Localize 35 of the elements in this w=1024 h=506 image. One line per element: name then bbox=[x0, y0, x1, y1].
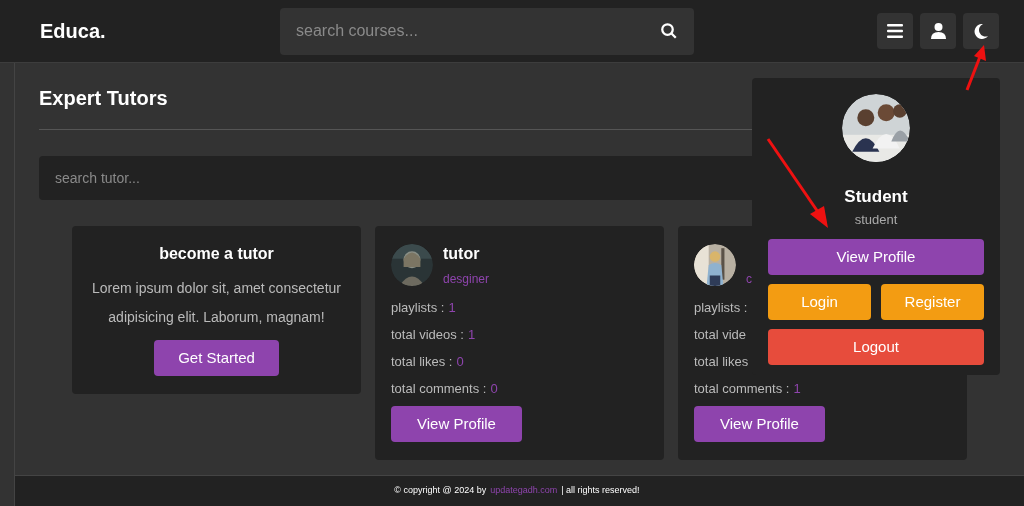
stat-label: total videos : bbox=[391, 326, 464, 344]
card-title: become a tutor bbox=[159, 244, 274, 264]
menu-icon[interactable] bbox=[877, 13, 913, 49]
profile-role: student bbox=[854, 210, 898, 229]
tutor-name: tutor bbox=[443, 244, 481, 264]
stat-label: total comments : bbox=[391, 380, 487, 398]
copyright-text: © copyright @ 2024 by bbox=[394, 484, 487, 498]
search-icon[interactable] bbox=[660, 22, 678, 40]
stat-label: total likes : bbox=[391, 353, 453, 371]
search-input[interactable]: search tutor... bbox=[55, 167, 968, 189]
tutor-profession: desginer bbox=[443, 271, 490, 288]
stat-value: 1 bbox=[468, 326, 476, 344]
view-profile-button[interactable]: View Profile bbox=[694, 406, 825, 442]
stat-label: playlists : bbox=[391, 299, 445, 317]
stat-label: playlists : bbox=[694, 299, 748, 317]
stat-label: total likes bbox=[694, 353, 749, 371]
logo[interactable]: Educa. bbox=[40, 16, 280, 46]
menu-button[interactable]: Logout bbox=[768, 329, 984, 365]
tutor-profession: c bbox=[746, 271, 752, 288]
stat-label: total comments : bbox=[694, 380, 790, 398]
get-started-button[interactable]: Get Started bbox=[154, 340, 279, 376]
moon-icon[interactable] bbox=[963, 13, 999, 49]
menu-button[interactable]: View Profile bbox=[768, 239, 984, 275]
stat-value: 1 bbox=[793, 380, 801, 398]
card-text: Lorem ipsum dolor sit, amet consectetur adipisicing elit. Laborum, magnam! bbox=[91, 279, 342, 327]
stat-label: total vide bbox=[694, 326, 747, 344]
copyright-text: | all rights reserved! bbox=[561, 484, 640, 498]
search-field[interactable]: search courses... bbox=[280, 7, 694, 55]
annotation-arrow bbox=[964, 44, 988, 92]
view-profile-button[interactable]: View Profile bbox=[391, 406, 522, 442]
user-icon[interactable] bbox=[920, 13, 956, 49]
stat-value: 0 bbox=[490, 380, 498, 398]
stat-value: 1 bbox=[448, 299, 456, 317]
stat-value: 0 bbox=[456, 353, 464, 371]
search-input[interactable]: search courses... bbox=[296, 19, 660, 43]
